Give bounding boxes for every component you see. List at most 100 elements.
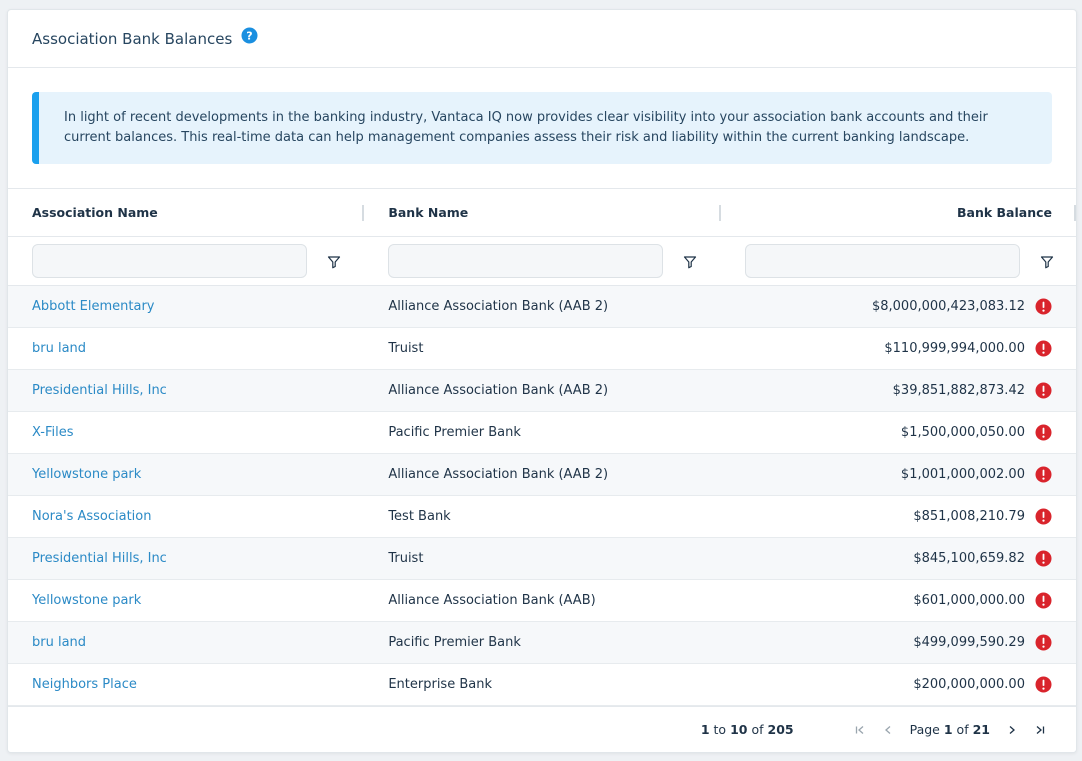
bank-balance-cell: $851,008,210.79: [721, 508, 1076, 525]
association-name-link[interactable]: X-Files: [8, 425, 364, 440]
association-name-link[interactable]: Presidential Hills, Inc: [8, 551, 364, 566]
bank-balance-value: $601,000,000.00: [913, 593, 1025, 608]
warning-circle-icon[interactable]: [1035, 508, 1052, 525]
bank-balance-cell: $200,000,000.00: [721, 676, 1076, 693]
table-row: X-Files Pacific Premier Bank $1,500,000,05…: [8, 412, 1076, 454]
bank-balance-value: $845,100,659.82: [913, 551, 1025, 566]
filter-cell-balance: [721, 244, 1076, 278]
previous-page-icon[interactable]: [878, 720, 898, 740]
table-body: Abbott Elementary Alliance Association Ba…: [8, 286, 1076, 706]
bank-name-cell: Pacific Premier Bank: [388, 425, 521, 440]
association-name-link[interactable]: Yellowstone park: [8, 467, 364, 482]
column-resize-handle[interactable]: [1073, 205, 1076, 221]
table-row: Yellowstone park Alliance Association Ban…: [8, 454, 1076, 496]
warning-circle-icon[interactable]: [1035, 676, 1052, 693]
bank-name-cell: Test Bank: [388, 509, 451, 524]
bank-name-cell: Enterprise Bank: [388, 677, 492, 692]
row-range-start: 1: [700, 722, 710, 737]
total-pages: 21: [972, 722, 990, 737]
page-label: Page: [909, 722, 940, 737]
table-row: Neighbors Place Enterprise Bank $200,000,0…: [8, 664, 1076, 706]
row-count-summary: 1 to 10 of 205: [701, 722, 794, 737]
column-header-label: Association Name: [32, 205, 158, 220]
bank-balance-cell: $8,000,000,423,083.12: [721, 298, 1076, 315]
association-name-link[interactable]: Presidential Hills, Inc: [8, 383, 364, 398]
association-filter-input[interactable]: [32, 244, 307, 278]
bank-balance-cell: $39,851,882,873.42: [721, 382, 1076, 399]
bank-balance-cell: $1,001,000,002.00: [721, 466, 1076, 483]
last-page-icon[interactable]: [1030, 720, 1050, 740]
filter-row: [8, 237, 1076, 286]
bank-balance-value: $499,099,590.29: [913, 635, 1025, 650]
warning-circle-icon[interactable]: [1035, 382, 1052, 399]
bank-balance-cell: $110,999,994,000.00: [721, 340, 1076, 357]
bank-name-cell: Truist: [388, 341, 424, 356]
table-row: bru land Truist $110,999,994,000.00: [8, 328, 1076, 370]
table-row: bru land Pacific Premier Bank $499,099,590…: [8, 622, 1076, 664]
bank-balance-cell: $1,500,000,050.00: [721, 424, 1076, 441]
bank-name-cell: Truist: [388, 551, 424, 566]
bank-balance-cell: $499,099,590.29: [721, 634, 1076, 651]
warning-circle-icon[interactable]: [1035, 592, 1052, 609]
warning-circle-icon[interactable]: [1035, 424, 1052, 441]
association-name-link[interactable]: Abbott Elementary: [8, 299, 364, 314]
page-indicator: Page 1 of 21: [910, 722, 990, 737]
card-header: Association Bank Balances ?: [8, 10, 1076, 68]
association-name-link[interactable]: bru land: [8, 635, 364, 650]
table-header: Association Name Bank Name Bank Balance: [8, 189, 1076, 237]
row-total: 205: [767, 722, 794, 737]
table-row: Abbott Elementary Alliance Association Ba…: [8, 286, 1076, 328]
page-title: Association Bank Balances: [32, 29, 233, 48]
info-banner-wrapper: In light of recent developments in the b…: [8, 68, 1076, 189]
filter-cell-bank: [364, 244, 720, 278]
column-header-bank-balance[interactable]: Bank Balance: [721, 189, 1076, 236]
help-circle-icon[interactable]: ?: [241, 27, 258, 44]
bank-balance-value: $1,001,000,002.00: [900, 467, 1025, 482]
row-range-end: 10: [730, 722, 748, 737]
bank-name-cell: Pacific Premier Bank: [388, 635, 521, 650]
balance-filter-input[interactable]: [744, 244, 1020, 278]
bank-balance-value: $39,851,882,873.42: [892, 383, 1025, 398]
pagination-bar: 1 to 10 of 205 Page 1 of 21: [8, 706, 1076, 752]
filter-icon[interactable]: [683, 254, 697, 269]
column-header-label: Bank Name: [388, 205, 469, 220]
association-name-link[interactable]: Neighbors Place: [8, 677, 364, 692]
bank-balance-cell: $601,000,000.00: [721, 592, 1076, 609]
warning-circle-icon[interactable]: [1035, 466, 1052, 483]
table-row: Presidential Hills, Inc Truist $845,100,65…: [8, 538, 1076, 580]
svg-text:?: ?: [247, 30, 253, 43]
bank-balance-value: $110,999,994,000.00: [884, 341, 1025, 356]
page-of-label: of: [956, 722, 969, 737]
next-page-icon[interactable]: [1002, 720, 1022, 740]
column-header-label: Bank Balance: [956, 205, 1052, 220]
warning-circle-icon[interactable]: [1035, 550, 1052, 567]
bank-filter-input[interactable]: [388, 244, 664, 278]
warning-circle-icon[interactable]: [1035, 340, 1052, 357]
bank-name-cell: Alliance Association Bank (AAB 2): [388, 467, 609, 482]
association-name-link[interactable]: Nora's Association: [8, 509, 364, 524]
filter-icon[interactable]: [327, 254, 341, 269]
bank-name-cell: Alliance Association Bank (AAB 2): [388, 299, 609, 314]
filter-cell-association: [8, 244, 364, 278]
bank-balances-card: Association Bank Balances ? In light of …: [7, 9, 1077, 753]
filter-icon[interactable]: [1040, 254, 1054, 269]
association-name-link[interactable]: bru land: [8, 341, 364, 356]
association-name-link[interactable]: Yellowstone park: [8, 593, 364, 608]
warning-circle-icon[interactable]: [1035, 634, 1052, 651]
bank-balance-value: $851,008,210.79: [913, 509, 1025, 524]
column-header-bank-name[interactable]: Bank Name: [364, 189, 721, 236]
info-banner: In light of recent developments in the b…: [32, 92, 1052, 164]
table-row: Nora's Association Test Bank $851,008,210.…: [8, 496, 1076, 538]
bank-balance-value: $1,500,000,050.00: [900, 425, 1025, 440]
bank-balance-value: $8,000,000,423,083.12: [871, 299, 1025, 314]
row-range-to-label: to: [713, 722, 727, 737]
bank-name-cell: Alliance Association Bank (AAB): [388, 593, 596, 608]
bank-balance-value: $200,000,000.00: [913, 677, 1025, 692]
table-row: Yellowstone park Alliance Association Ban…: [8, 580, 1076, 622]
bank-name-cell: Alliance Association Bank (AAB 2): [388, 383, 609, 398]
warning-circle-icon[interactable]: [1035, 298, 1052, 315]
current-page: 1: [943, 722, 953, 737]
table-row: Presidential Hills, Inc Alliance Associat…: [8, 370, 1076, 412]
first-page-icon[interactable]: [850, 720, 870, 740]
column-header-association-name[interactable]: Association Name: [8, 189, 365, 236]
